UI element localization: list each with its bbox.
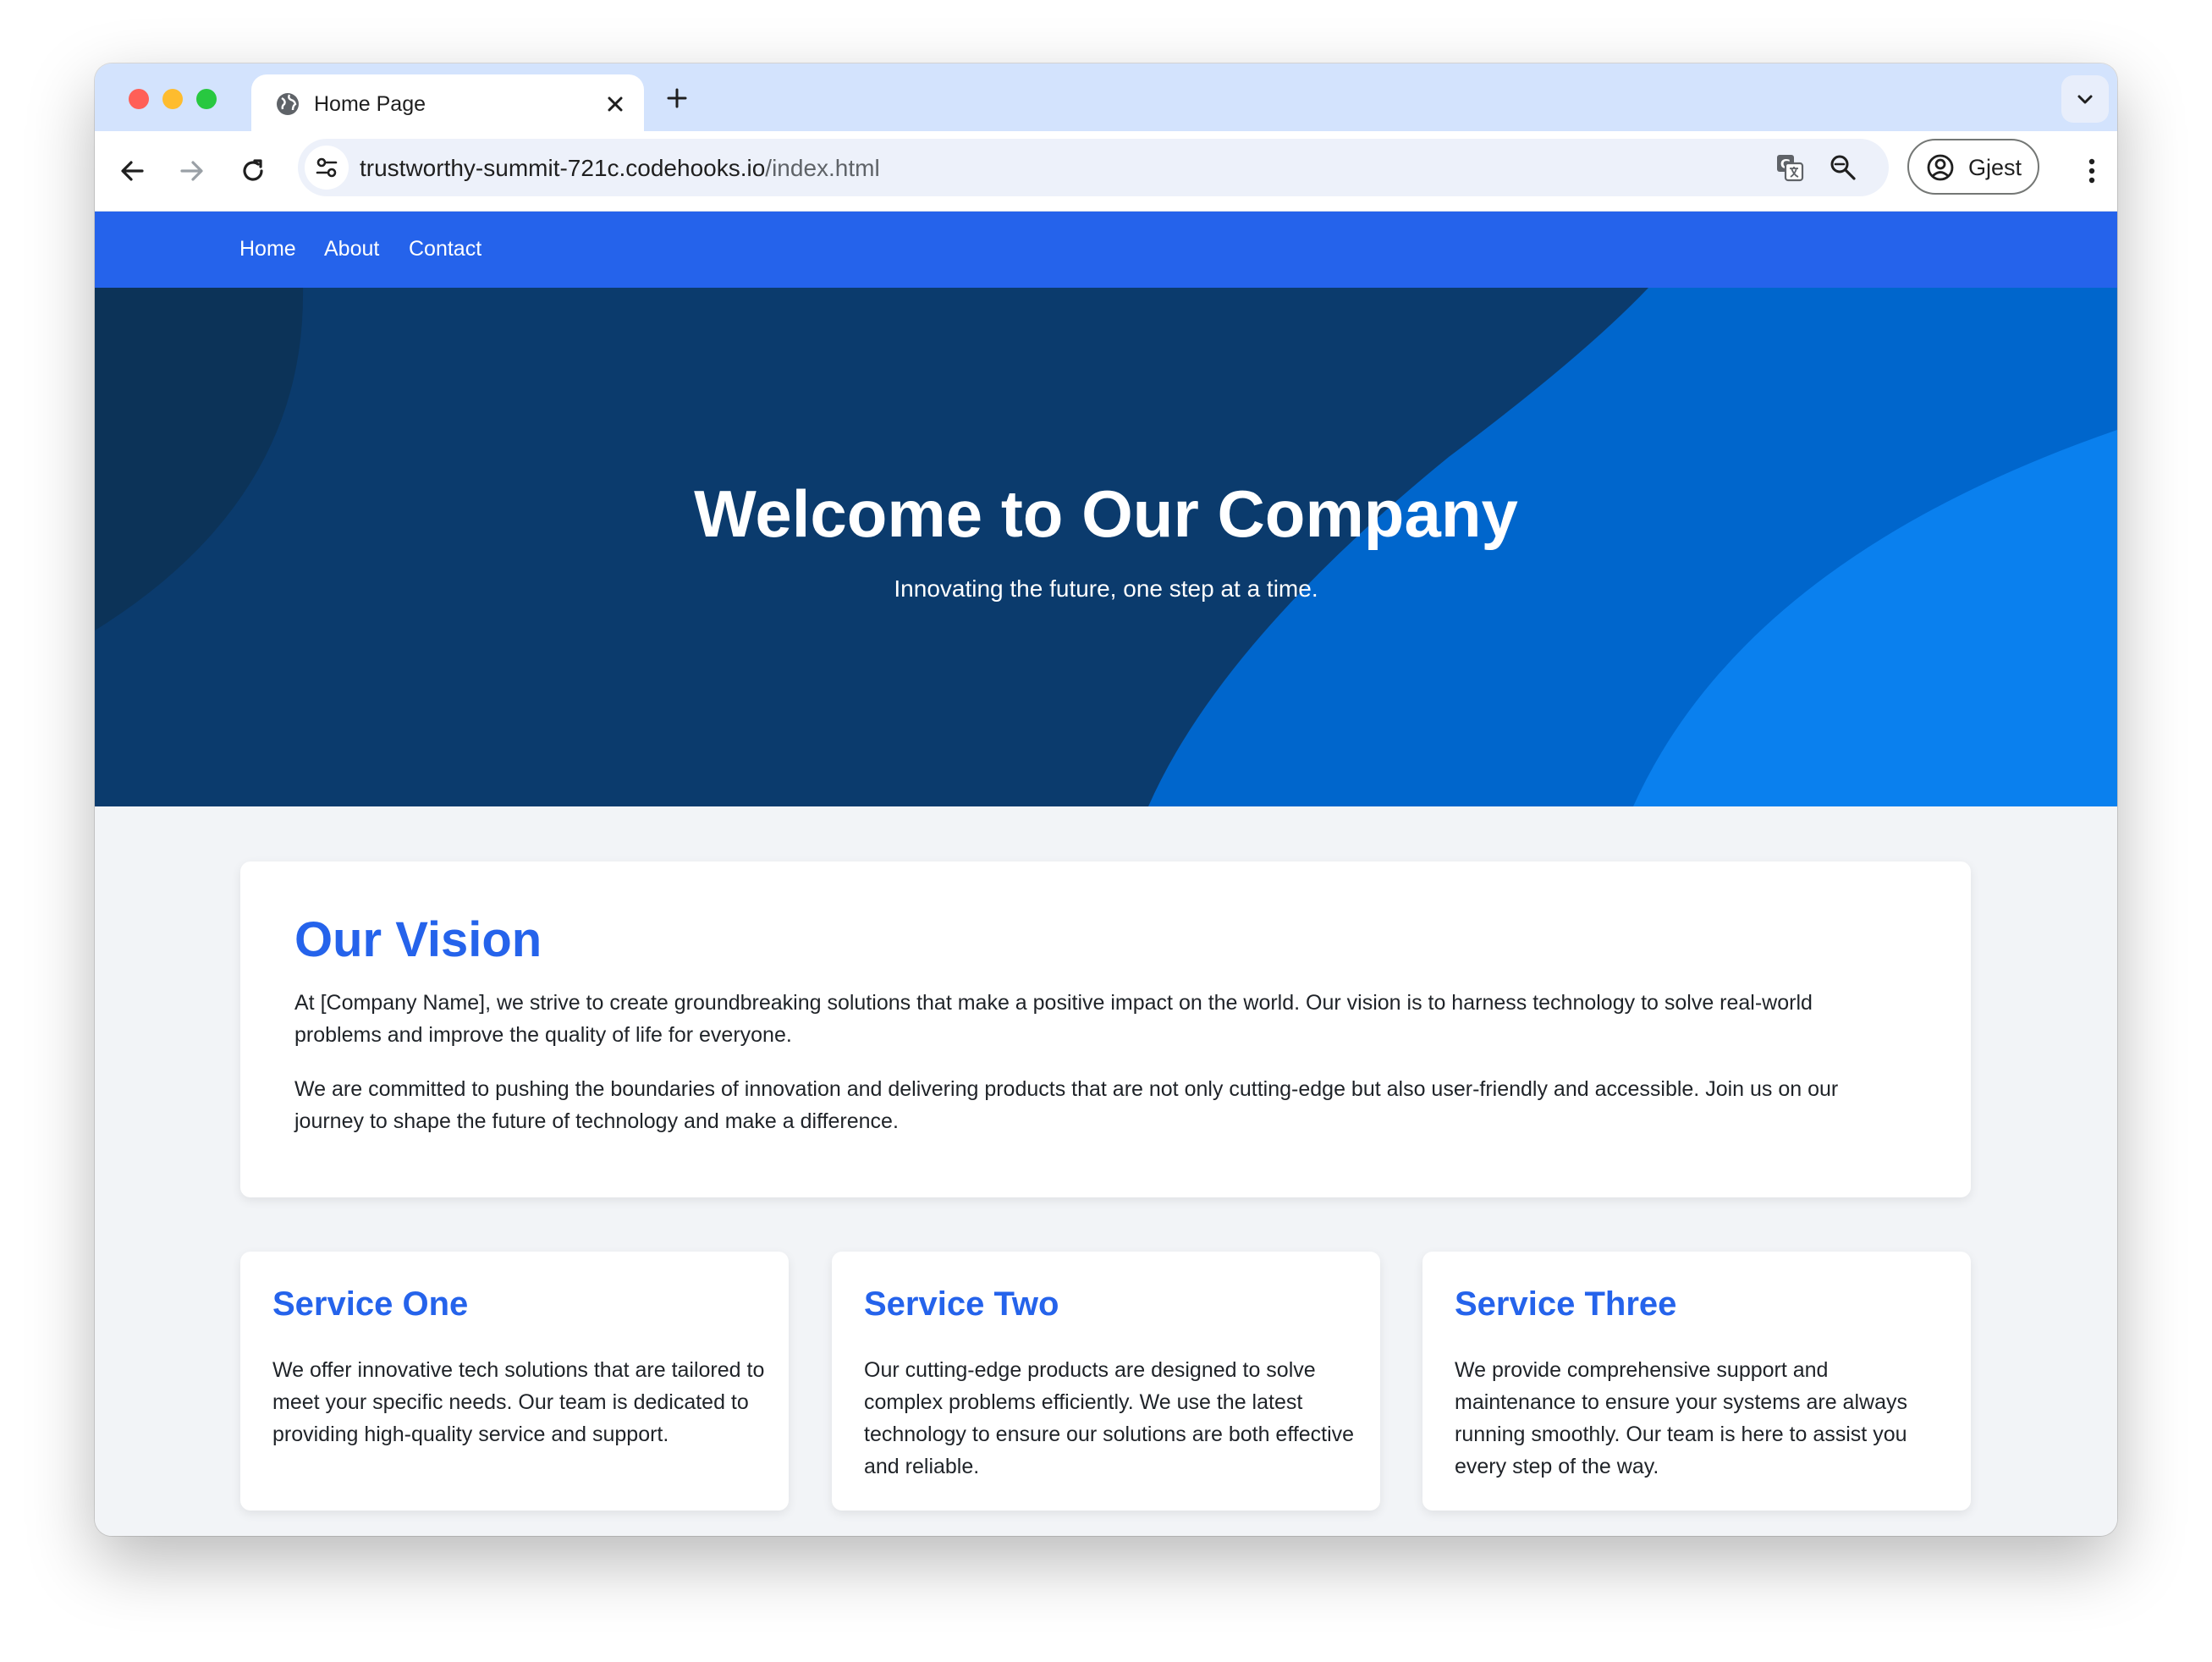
service-card: Service One We offer innovative tech sol… — [240, 1252, 789, 1511]
service-card: Service Two Our cutting-edge products ar… — [832, 1252, 1380, 1511]
vision-heading: Our Vision — [294, 912, 542, 967]
vision-card: Our Vision At [Company Name], we strive … — [240, 861, 1971, 1197]
profile-label: Gjest — [1968, 155, 2022, 180]
url-host: trustworthy-summit-721c.codehooks.io — [360, 155, 766, 181]
address-bar[interactable]: trustworthy-summit-721c.codehooks.io/ind… — [298, 139, 1889, 196]
service-card: Service Three We provide comprehensive s… — [1422, 1252, 1971, 1511]
url-text: trustworthy-summit-721c.codehooks.io/ind… — [360, 154, 880, 183]
vision-paragraph: At [Company Name], we strive to create g… — [294, 991, 1813, 1047]
tab-search-button[interactable] — [2061, 75, 2109, 123]
tab-title: Home Page — [314, 92, 426, 116]
chevron-down-icon — [2077, 95, 2093, 104]
globe-icon — [277, 93, 299, 115]
browser-tab[interactable]: Home Page — [251, 74, 644, 131]
close-icon[interactable] — [603, 92, 627, 116]
web-page: Home About Contact Welcome to Our Compan… — [95, 212, 2117, 1536]
plus-icon[interactable] — [663, 85, 691, 112]
service-text: We offer innovative tech solutions that … — [272, 1358, 765, 1446]
profile-button[interactable]: Gjest — [1907, 139, 2039, 195]
browser-window: Home Page trustworthy-summit-721c.codeho… — [95, 63, 2117, 1536]
translate-icon[interactable]: G — [1775, 152, 1805, 183]
url-path: /index.html — [765, 155, 880, 181]
zoom-out-icon[interactable] — [1828, 152, 1858, 183]
service-text: We provide comprehensive support and mai… — [1455, 1358, 1907, 1478]
service-title: Service Two — [864, 1285, 1059, 1323]
arrow-left-icon[interactable] — [115, 154, 149, 188]
minimize-window-button[interactable] — [162, 89, 183, 109]
service-title: Service One — [272, 1285, 469, 1323]
more-vert-icon[interactable] — [2075, 154, 2109, 188]
site-info-button[interactable] — [305, 146, 349, 190]
reload-icon[interactable] — [236, 154, 270, 188]
hero-section: Welcome to Our Company Innovating the fu… — [95, 288, 2117, 806]
browser-toolbar: trustworthy-summit-721c.codehooks.io/ind… — [95, 131, 2117, 212]
nav-link-contact[interactable]: Contact — [409, 235, 481, 262]
site-nav: Home About Contact — [95, 212, 2117, 288]
tab-strip: Home Page — [95, 63, 2117, 131]
nav-link-home[interactable]: Home — [239, 235, 296, 262]
tune-icon — [316, 157, 338, 178]
vision-paragraph: We are committed to pushing the boundari… — [294, 1077, 1839, 1133]
service-title: Service Three — [1455, 1285, 1677, 1323]
account-circle-icon — [1927, 154, 1954, 181]
maximize-window-button[interactable] — [196, 89, 217, 109]
service-text: Our cutting-edge products are designed t… — [864, 1358, 1355, 1478]
hero-subtitle: Innovating the future, one step at a tim… — [894, 575, 1318, 602]
arrow-right-icon[interactable] — [175, 154, 209, 188]
nav-link-about[interactable]: About — [324, 235, 379, 262]
hero-title: Welcome to Our Company — [694, 476, 1518, 551]
close-window-button[interactable] — [129, 89, 149, 109]
